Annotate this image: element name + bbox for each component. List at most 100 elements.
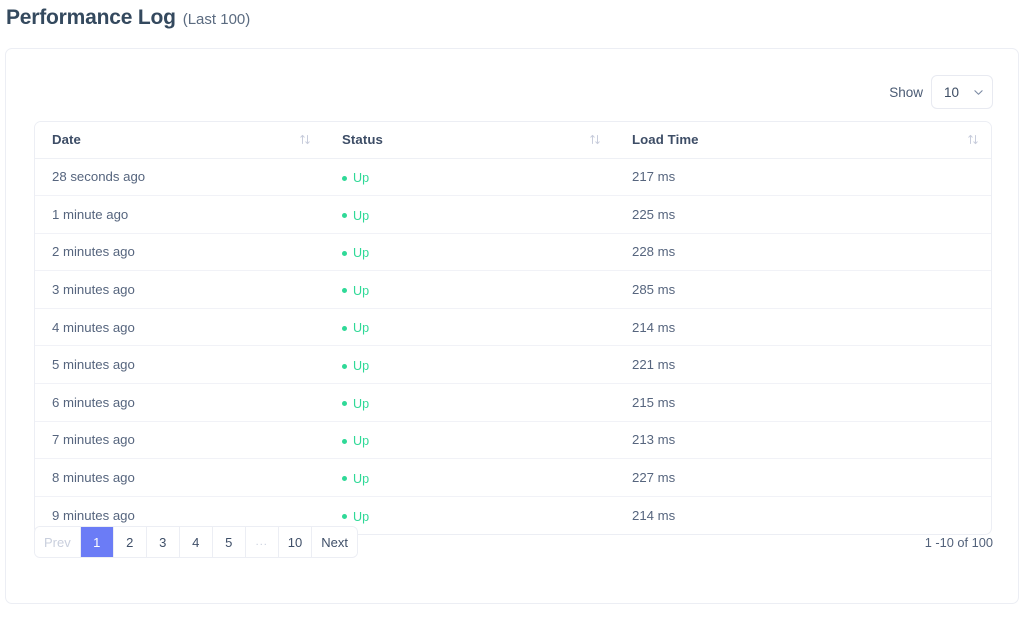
status-dot-icon xyxy=(342,476,347,482)
performance-log-card: Show 10 Date Status Load Time 28 seconds… xyxy=(5,48,1019,604)
cell-status: Up xyxy=(325,458,615,497)
status-label: Up xyxy=(353,283,370,298)
pagination-button-1[interactable]: 1 xyxy=(80,527,114,557)
cell-load-time: 227 ms xyxy=(615,458,991,497)
table-row: 8 minutes ago Up 227 ms xyxy=(35,458,991,497)
status-label: Up xyxy=(353,434,370,449)
status-dot-icon xyxy=(342,363,347,369)
status-badge: Up xyxy=(342,171,369,185)
table-row: 28 seconds ago Up 217 ms xyxy=(35,158,991,197)
cell-status: Up xyxy=(325,308,615,347)
status-label: Up xyxy=(353,396,370,411)
status-badge: Up xyxy=(342,359,369,373)
column-header-load-time[interactable]: Load Time xyxy=(615,122,991,159)
cell-date: 5 minutes ago xyxy=(35,345,325,385)
status-badge: Up xyxy=(342,284,369,298)
pagination-range-text: 1 -10 of 100 xyxy=(924,534,993,550)
table-toolbar: Show 10 xyxy=(889,75,993,109)
status-label: Up xyxy=(353,208,370,223)
cell-status: Up xyxy=(325,345,615,385)
cell-load-time: 214 ms xyxy=(615,308,991,347)
status-badge: Up xyxy=(342,472,369,486)
status-label: Up xyxy=(353,359,370,374)
per-page-select[interactable]: 10 xyxy=(931,75,993,109)
cell-load-time: 213 ms xyxy=(615,421,991,460)
status-badge: Up xyxy=(342,397,369,411)
status-dot-icon xyxy=(342,325,347,331)
status-dot-icon xyxy=(342,438,347,444)
table-row: 4 minutes ago Up 214 ms xyxy=(35,308,991,347)
per-page-value: 10 xyxy=(944,84,960,100)
cell-status: Up xyxy=(325,158,615,197)
cell-date: 7 minutes ago xyxy=(35,421,325,460)
status-dot-icon xyxy=(342,175,347,181)
page-title-main: Performance Log xyxy=(6,6,176,29)
cell-date: 8 minutes ago xyxy=(35,458,325,497)
status-badge: Up xyxy=(342,209,369,223)
page-title-subtitle: (Last 100) xyxy=(182,11,251,28)
column-header-status[interactable]: Status xyxy=(325,122,615,159)
chevron-down-icon xyxy=(974,88,983,97)
status-dot-icon xyxy=(342,250,347,256)
status-dot-icon xyxy=(342,288,347,294)
pagination-button-ellipsisellipsisellipsis: ... xyxy=(245,527,279,557)
table-row: 1 minute ago Up 225 ms xyxy=(35,195,991,234)
cell-load-time: 225 ms xyxy=(615,195,991,234)
table-row: 7 minutes ago Up 213 ms xyxy=(35,421,991,460)
status-label: Up xyxy=(353,321,370,336)
status-label: Up xyxy=(353,471,370,486)
cell-load-time: 285 ms xyxy=(615,270,991,309)
status-label: Up xyxy=(353,246,370,261)
status-label: Up xyxy=(353,171,370,186)
column-header-date-label: Date xyxy=(52,132,81,148)
pagination-button-prev: Prev xyxy=(35,527,81,557)
show-label: Show xyxy=(889,84,923,100)
cell-status: Up xyxy=(325,421,615,460)
table-row: 6 minutes ago Up 215 ms xyxy=(35,383,991,422)
pagination-button-3[interactable]: 3 xyxy=(146,527,180,557)
sort-arrows-icon[interactable] xyxy=(589,133,601,146)
status-badge: Up xyxy=(342,434,369,448)
pagination-button-5[interactable]: 5 xyxy=(212,527,246,557)
sort-arrows-icon[interactable] xyxy=(967,133,979,146)
status-badge: Up xyxy=(342,321,369,335)
cell-load-time: 215 ms xyxy=(615,383,991,422)
sort-arrows-icon[interactable] xyxy=(299,133,311,146)
table-body: 28 seconds ago Up 217 ms 1 minute ago Up 225 … xyxy=(35,158,991,534)
table-header-row: Date Status Load Time xyxy=(35,122,991,159)
column-header-status-label: Status xyxy=(342,132,383,148)
pagination-controls: Prev 1 2 3 4 5... 10 Next xyxy=(34,526,358,558)
cell-date: 3 minutes ago xyxy=(35,270,325,309)
cell-date: 2 minutes ago xyxy=(35,233,325,272)
column-header-date[interactable]: Date xyxy=(35,122,325,159)
cell-load-time: 228 ms xyxy=(615,233,991,272)
table-row: 3 minutes ago Up 285 ms xyxy=(35,270,991,309)
status-dot-icon xyxy=(342,213,347,219)
page-title: Performance Log (Last 100) xyxy=(6,6,250,30)
table-row: 2 minutes ago Up 228 ms xyxy=(35,233,991,272)
table-header: Date Status Load Time xyxy=(35,122,991,159)
cell-status: Up xyxy=(325,233,615,272)
performance-log-page: Performance Log (Last 100) Show 10 Date … xyxy=(0,0,1024,618)
cell-status: Up xyxy=(325,383,615,422)
column-header-load-time-label: Load Time xyxy=(632,132,699,148)
pagination-button-2[interactable]: 2 xyxy=(113,527,147,557)
pagination-button-10[interactable]: 10 xyxy=(278,527,313,557)
cell-date: 6 minutes ago xyxy=(35,383,325,422)
pagination-button-next[interactable]: Next xyxy=(312,527,357,557)
cell-date: 1 minute ago xyxy=(35,195,325,234)
status-dot-icon xyxy=(342,401,347,407)
cell-status: Up xyxy=(325,270,615,309)
cell-load-time: 217 ms xyxy=(615,158,991,197)
status-dot-icon xyxy=(342,514,347,520)
performance-log-table-container: Date Status Load Time 28 seconds ago Up … xyxy=(34,121,992,535)
pagination-button-4[interactable]: 4 xyxy=(179,527,213,557)
cell-load-time: 221 ms xyxy=(615,345,991,385)
pagination-bar: Prev 1 2 3 4 5... 10 Next 1 -10 of 100 xyxy=(34,522,993,562)
table-row: 5 minutes ago Up 221 ms xyxy=(35,345,991,385)
cell-status: Up xyxy=(325,195,615,234)
performance-log-table: Date Status Load Time 28 seconds ago Up … xyxy=(35,122,991,534)
cell-date: 4 minutes ago xyxy=(35,308,325,347)
status-badge: Up xyxy=(342,246,369,260)
cell-date: 28 seconds ago xyxy=(35,158,325,197)
